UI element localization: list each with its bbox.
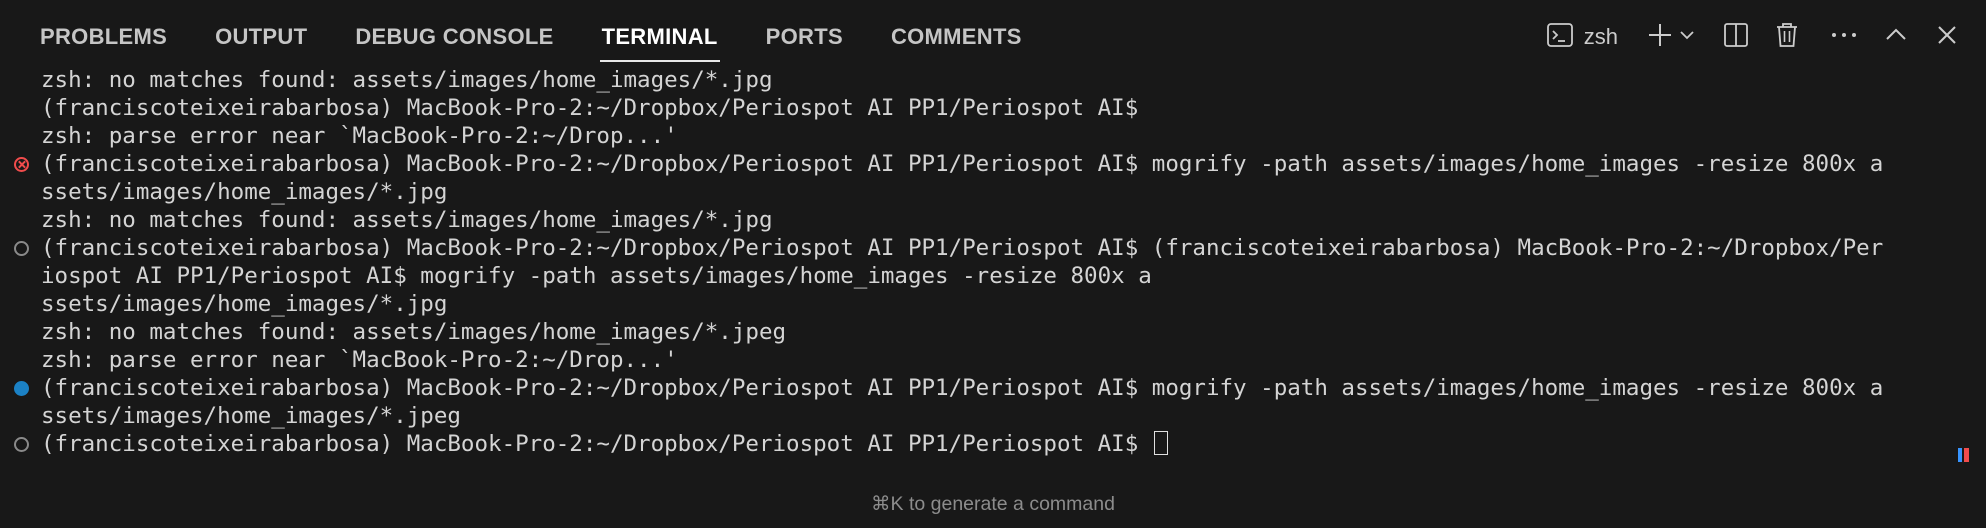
- terminal-line-text: (franciscoteixeirabarbosa) MacBook-Pro-2…: [41, 95, 1139, 121]
- terminal-line: zsh: no matches found: assets/images/hom…: [0, 66, 1986, 94]
- close-icon: [1934, 22, 1960, 53]
- terminal-line: (franciscoteixeirabarbosa) MacBook-Pro-2…: [0, 234, 1986, 262]
- terminal-line-text: ssets/images/home_images/*.jpeg: [41, 403, 461, 429]
- terminal-cursor: [1153, 430, 1168, 455]
- terminal-line: (franciscoteixeirabarbosa) MacBook-Pro-2…: [0, 374, 1986, 402]
- terminal-line: ssets/images/home_images/*.jpeg: [0, 402, 1986, 430]
- terminal-line-text: (franciscoteixeirabarbosa) MacBook-Pro-2…: [41, 431, 1152, 457]
- terminal-line: (franciscoteixeirabarbosa) MacBook-Pro-2…: [0, 150, 1986, 178]
- overview-marker-info: [1958, 448, 1962, 462]
- split-icon: [1722, 21, 1750, 54]
- plus-icon: [1646, 21, 1674, 54]
- terminal-actions: zsh: [1546, 0, 1986, 74]
- command-default-marker-icon[interactable]: [14, 437, 29, 452]
- tab-output[interactable]: OUTPUT: [215, 0, 307, 74]
- terminal-line: zsh: no matches found: assets/images/hom…: [0, 318, 1986, 346]
- new-terminal-button[interactable]: [1646, 17, 1674, 57]
- shell-name: zsh: [1583, 24, 1618, 49]
- terminal-line: (franciscoteixeirabarbosa) MacBook-Pro-2…: [0, 94, 1986, 122]
- terminal-line: zsh: no matches found: assets/images/hom…: [0, 206, 1986, 234]
- terminal-line: zsh: parse error near `MacBook-Pro-2:~/D…: [0, 346, 1986, 374]
- terminal-line-text: iospot AI PP1/Periospot AI$ mogrify -pat…: [41, 263, 1152, 289]
- launch-profile-button[interactable]: [1678, 17, 1696, 57]
- terminal-line-text: zsh: parse error near `MacBook-Pro-2:~/D…: [41, 123, 678, 149]
- tab-debug-console[interactable]: DEBUG CONSOLE: [355, 0, 553, 74]
- overview-ruler: [1958, 448, 1970, 462]
- terminal-line-text: ssets/images/home_images/*.jpg: [41, 291, 448, 317]
- terminal-icon: [1546, 21, 1574, 54]
- panel-tabs: PROBLEMS OUTPUT DEBUG CONSOLE TERMINAL P…: [40, 0, 1070, 74]
- more-icon: [1830, 21, 1858, 54]
- tab-terminal[interactable]: TERMINAL: [599, 0, 720, 74]
- terminal-line-text: zsh: no matches found: assets/images/hom…: [41, 207, 773, 233]
- panel-tab-bar: PROBLEMS OUTPUT DEBUG CONSOLE TERMINAL P…: [0, 0, 1986, 74]
- command-success-marker-icon[interactable]: [14, 381, 29, 396]
- terminal-line-text: zsh: no matches found: assets/images/hom…: [41, 319, 787, 345]
- more-actions-button[interactable]: [1830, 17, 1858, 57]
- close-panel-button[interactable]: [1934, 17, 1960, 57]
- kill-terminal-button[interactable]: [1774, 17, 1800, 57]
- generate-command-hint: ⌘K to generate a command: [871, 493, 1115, 515]
- terminal-line-text: ssets/images/home_images/*.jpg: [41, 179, 448, 205]
- chevron-up-icon: [1882, 21, 1910, 54]
- maximize-panel-button[interactable]: [1882, 17, 1910, 57]
- split-terminal-button[interactable]: [1722, 17, 1750, 57]
- terminal-line-text: zsh: no matches found: assets/images/hom…: [41, 67, 773, 93]
- tab-comments[interactable]: COMMENTS: [891, 0, 1022, 74]
- tab-ports[interactable]: PORTS: [766, 0, 843, 74]
- overview-marker-error: [1964, 448, 1969, 462]
- command-default-marker-icon[interactable]: [14, 241, 29, 256]
- terminal-line: ssets/images/home_images/*.jpg: [0, 290, 1986, 318]
- terminal-line-text: zsh: parse error near `MacBook-Pro-2:~/D…: [41, 347, 678, 373]
- shell-selector[interactable]: zsh: [1546, 17, 1618, 57]
- terminal-line: (franciscoteixeirabarbosa) MacBook-Pro-2…: [0, 430, 1986, 458]
- terminal-line-text: (franciscoteixeirabarbosa) MacBook-Pro-2…: [41, 375, 1884, 401]
- tab-problems[interactable]: PROBLEMS: [40, 0, 167, 74]
- terminal-line: zsh: parse error near `MacBook-Pro-2:~/D…: [0, 122, 1986, 150]
- trash-icon: [1774, 21, 1800, 54]
- terminal-line-text: (franciscoteixeirabarbosa) MacBook-Pro-2…: [41, 235, 1884, 261]
- terminal-line: ssets/images/home_images/*.jpg: [0, 178, 1986, 206]
- terminal-line-text: (franciscoteixeirabarbosa) MacBook-Pro-2…: [41, 151, 1884, 177]
- terminal-line: iospot AI PP1/Periospot AI$ mogrify -pat…: [0, 262, 1986, 290]
- terminal-output[interactable]: zsh: no matches found: assets/images/hom…: [0, 66, 1986, 458]
- command-error-marker-icon[interactable]: [14, 157, 29, 172]
- chevron-down-icon: [1678, 26, 1696, 49]
